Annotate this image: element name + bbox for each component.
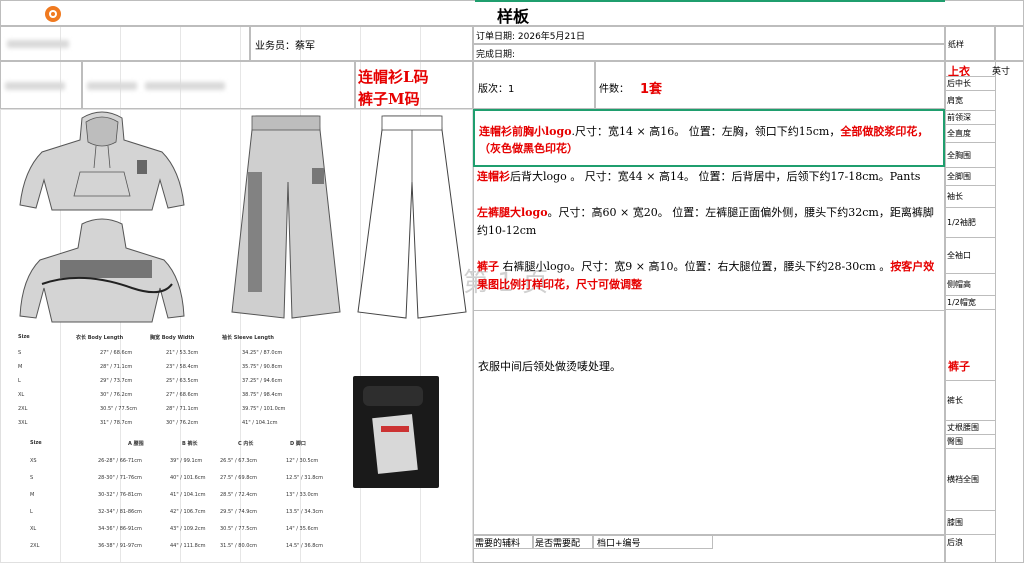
measure-item: 臀围 <box>945 435 995 449</box>
measure-item: 袖长 <box>945 186 995 208</box>
selection-top <box>475 0 945 2</box>
note-5: 衣服中间后领处做烫唛处理。 <box>478 360 621 373</box>
note-4-red: 裤子 <box>477 260 499 273</box>
accessories-label: 需要的辅料 <box>475 539 521 549</box>
note-3-red: 左裤腿大logo <box>477 206 548 219</box>
label-photo <box>353 376 439 488</box>
paper-sample-cell: 纸样 <box>945 26 995 61</box>
measure-item: 前领深 <box>945 111 995 125</box>
finish-date: 完成日期: <box>476 50 516 60</box>
table-row: 2XL 30.5" / 77.5cm 28" / 71.1cm 39.75" / 10… <box>18 406 286 412</box>
note-2-red: 连帽衫 <box>477 170 510 183</box>
hoodie-front-image <box>19 111 185 211</box>
hoodie-back-image <box>19 218 185 323</box>
match-cell: 是否需要配 <box>533 535 593 549</box>
table-row: XL 30" / 76.2cm 27" / 68.6cm 38.75" / 98.4c… <box>18 392 283 398</box>
note-1-selected[interactable]: 连帽衫前胸小logo.尺寸：宽14 × 高16。 位置：左胸，领口下约15cm，… <box>473 109 945 167</box>
customer-cell <box>0 26 250 61</box>
stall-label: 档口+编号 <box>597 539 641 549</box>
big-title-2: 裤子M码 <box>358 90 420 108</box>
measure-item: 全脚围 <box>945 168 995 186</box>
sheet-title: 样板 <box>497 7 530 26</box>
pieces-label: 件数： <box>599 84 629 95</box>
pants-back-image <box>357 115 467 319</box>
size-table-pants-header: Size A 腰围 B 裤长 C 内长 D 脚口 <box>30 440 306 447</box>
table-row: L 29" / 73.7cm 25" / 63.5cm 37.25" / 94.6cm <box>18 378 283 384</box>
order-date: 订单日期: 2026年5月21日 <box>476 32 585 42</box>
big-title-cell: 连帽衫L码 裤子M码 <box>355 61 473 109</box>
measure-item: 后浪 <box>947 538 963 547</box>
blurred-info-cell-2 <box>82 61 355 109</box>
measure-item: 裤长 <box>945 381 995 421</box>
title-bar: 样板 <box>0 0 1024 26</box>
version-label: 版次：1 <box>478 84 515 95</box>
measure-item: 全袖口 <box>945 238 995 274</box>
pants-front-image <box>231 115 341 319</box>
table-row: 3XL 31" / 78.7cm 30" / 76.2cm 41" / 104.1cm <box>18 420 278 426</box>
size-table-hoodie: Size 衣长 Body Length 胸宽 Body Width 袖长 Sle… <box>18 334 288 430</box>
match-label: 是否需要配 <box>535 539 581 549</box>
measure-item: 肩宽 <box>945 91 995 111</box>
table-row: S 28-30" / 71-76cm 40" / 101.6cm 27.5" / 69… <box>30 475 324 481</box>
table-row: L 32-34" / 81-86cm 42" / 106.7cm 29.5" / 74… <box>30 509 324 515</box>
note-3: 左裤腿大logo。尺寸：高60 × 宽20。 位置：左裤腿正面偏外侧，腰头下约3… <box>473 204 943 240</box>
pieces-value: 1套 <box>640 82 663 97</box>
big-title-1: 连帽衫L码 <box>358 68 429 86</box>
accessories-cell: 需要的辅料 <box>473 535 533 549</box>
finish-date-cell: 完成日期: <box>473 44 945 61</box>
version-cell: 版次：1 <box>473 61 595 109</box>
logo-icon <box>45 6 61 22</box>
sales-label: 业务员：蔡军 <box>255 41 315 52</box>
measure-item: 后中长 <box>945 77 995 91</box>
size-table-hoodie-header: Size 衣长 Body Length 胸宽 Body Width 袖长 Sle… <box>18 334 274 341</box>
measure-item: 1/2帽宽 <box>945 296 995 310</box>
table-row: M 28" / 71.1cm 23" / 58.4cm 35.75" / 90.8cm <box>18 364 283 370</box>
measure-item: 膝围 <box>945 511 995 535</box>
measure-item: 侧帽高 <box>945 274 995 296</box>
note-1-red: 连帽衫前胸小logo <box>479 125 572 138</box>
table-row: XS 26-28" / 66-71cm 39" / 99.1cm 26.5" / 67… <box>30 458 319 464</box>
size-table-pants: Size A 腰围 B 裤长 C 内长 D 脚口 XS 26-28" / 66-7… <box>30 440 330 556</box>
note-2-text: 后背大logo 。 尺寸：宽44 × 高14。 位置：后背居中，后领下约17-1… <box>510 170 921 183</box>
table-row: S 27" / 68.6cm 21" / 53.3cm 34.25" / 87.0cm <box>18 350 283 356</box>
blurred-name <box>7 40 69 48</box>
paper-sample-label: 纸样 <box>948 40 964 49</box>
note-2: 连帽衫后背大logo 。 尺寸：宽44 × 高14。 位置：后背居中，后领下约1… <box>473 168 943 186</box>
table-row: M 30-32" / 76-81cm 41" / 104.1cm 28.5" / 72… <box>30 492 319 498</box>
note-1-text: .尺寸：宽14 × 高16。 位置：左胸，领口下约15cm， <box>571 125 841 138</box>
measure-item: 1/2袖肥 <box>945 208 995 238</box>
stall-cell: 档口+编号 <box>593 535 713 549</box>
measure-item: 丈根腰围 <box>945 421 995 435</box>
pieces-cell: 件数： 1套 <box>595 61 945 109</box>
note-4-text: 右裤腿小logo。尺寸：宽9 × 高10。位置：右大腿位置，腰头下约28-30c… <box>499 260 891 273</box>
measure-item: 全直度 <box>945 125 995 143</box>
blurred-info-cell-1 <box>0 61 82 109</box>
order-date-cell: 订单日期: 2026年5月21日 <box>473 26 945 44</box>
note-4: 裤子 右裤腿小logo。尺寸：宽9 × 高10。位置：右大腿位置，腰头下约28-… <box>473 258 943 294</box>
table-row: XL 34-36" / 86-91cm 43" / 109.2cm 30.5" / 7… <box>30 526 319 532</box>
measure-item: 全胸围 <box>945 143 995 168</box>
pants-section-label: 裤子 <box>948 360 970 373</box>
measure-item: 横裆全围 <box>945 449 995 511</box>
sales-cell: 业务员：蔡军 <box>250 26 473 61</box>
table-row: 2XL 36-38" / 91-97cm 44" / 111.8cm 31.5" / … <box>30 543 324 549</box>
